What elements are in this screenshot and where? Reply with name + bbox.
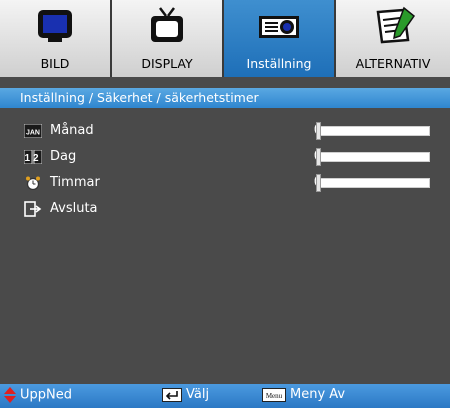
enter-key-icon: [162, 387, 182, 402]
menu-item-label: Dag: [50, 149, 77, 164]
menu-item-label: Avsluta: [50, 201, 98, 216]
tab-installning[interactable]: Inställning: [224, 0, 336, 77]
hint-menu-label: Meny Av: [290, 387, 346, 402]
osd-menu: BILD DISPLAY Inställning ALTERNATIV Inst…: [0, 0, 450, 408]
menu-key-text: Menu: [266, 392, 283, 400]
tab-label: DISPLAY: [141, 56, 193, 71]
hint-select-label: Välj: [186, 387, 210, 402]
footer-hint-bar: UppNed Välj Menu Meny Av: [0, 384, 450, 408]
exit-icon: [24, 201, 42, 217]
slider-thumb[interactable]: [316, 148, 321, 166]
calendar-month-icon-text: JAN: [26, 130, 40, 137]
menu-item-manad[interactable]: JAN Månad 0: [0, 120, 450, 142]
tab-label: ALTERNATIV: [355, 56, 431, 71]
up-down-arrows-icon: [4, 387, 16, 403]
hint-select: Välj: [162, 387, 209, 402]
tab-label: BILD: [40, 56, 70, 71]
breadcrumb: Inställning / Säkerhet / säkerhetstimer: [0, 88, 450, 108]
projector-icon: [259, 16, 299, 38]
tab-label: Inställning: [246, 56, 312, 71]
menu-item-label: Timmar: [50, 175, 100, 190]
tab-bar: BILD DISPLAY Inställning ALTERNATIV: [0, 0, 450, 77]
menu-key-icon: Menu: [262, 387, 286, 402]
hint-updown: UppNed: [4, 387, 72, 403]
menu-item-dag[interactable]: 12 Dag 0: [0, 146, 450, 168]
calendar-month-icon: JAN: [24, 124, 42, 138]
tab-bild[interactable]: BILD: [0, 0, 112, 77]
tab-display[interactable]: DISPLAY: [112, 0, 224, 77]
menu-item-label: Månad: [50, 123, 94, 138]
alarm-clock-icon: [26, 176, 40, 190]
notepad-icon: [376, 6, 416, 44]
slider-track[interactable]: [318, 178, 430, 188]
tab-alternativ[interactable]: ALTERNATIV: [336, 0, 450, 77]
calendar-day-icon-text: 12: [24, 153, 41, 164]
tv-icon: [151, 7, 183, 42]
monitor-icon: [38, 10, 72, 42]
slider-track[interactable]: [318, 126, 430, 136]
menu-item-avsluta[interactable]: Avsluta: [0, 198, 450, 220]
slider-thumb[interactable]: [316, 174, 321, 192]
menu-item-timmar[interactable]: Timmar 0: [0, 172, 450, 194]
slider-track[interactable]: [318, 152, 430, 162]
slider-thumb[interactable]: [316, 122, 321, 140]
calendar-day-icon: 12: [24, 150, 42, 164]
hint-updown-label: UppNed: [20, 387, 72, 403]
hint-menu: Menu Meny Av: [262, 387, 345, 402]
